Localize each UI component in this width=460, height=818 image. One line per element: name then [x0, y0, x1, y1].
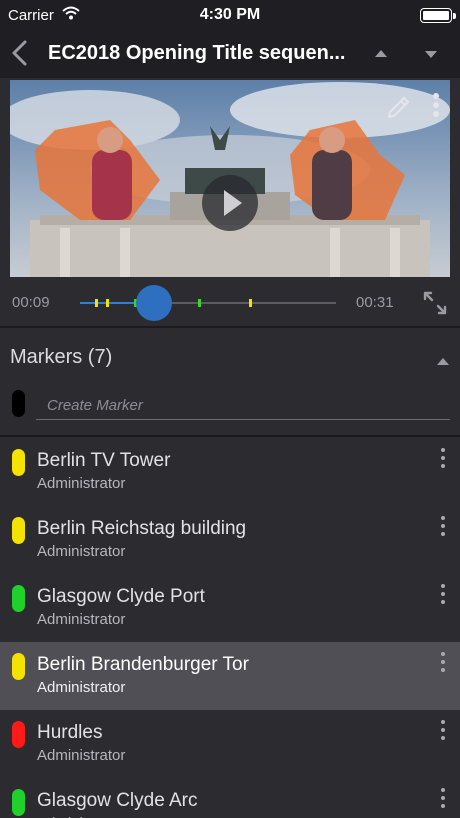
play-icon[interactable] — [202, 175, 258, 231]
timeline-marker-tick[interactable] — [105, 299, 109, 307]
marker-color-dot — [12, 789, 25, 816]
more-vertical-icon[interactable] — [436, 583, 450, 605]
marker-row[interactable]: Berlin TV Tower Administrator — [0, 438, 460, 506]
marker-row[interactable]: Berlin Brandenburger Tor Administrator — [0, 642, 460, 710]
timeline-thumb[interactable] — [136, 285, 173, 321]
current-time: 00:09 — [12, 294, 50, 311]
marker-color-dot — [12, 517, 25, 544]
next-triangle-icon[interactable] — [424, 46, 438, 64]
more-vertical-icon[interactable] — [436, 651, 450, 673]
marker-author: Administrator — [37, 475, 126, 492]
markers-header: Markers (7) — [10, 346, 113, 368]
marker-color-dot — [12, 585, 25, 612]
more-vertical-icon[interactable] — [436, 515, 450, 537]
marker-color-dot — [12, 449, 25, 476]
new-marker-color-swatch[interactable] — [12, 390, 25, 417]
marker-list: Berlin TV Tower Administrator Berlin Reich… — [0, 438, 460, 818]
end-time: 00:31 — [356, 294, 394, 311]
marker-name: Hurdles — [37, 722, 103, 743]
navigation-bar: EC2018 Opening Title sequen... — [0, 30, 460, 78]
battery-cap — [453, 13, 456, 19]
more-vertical-icon[interactable] — [436, 719, 450, 741]
more-vertical-icon[interactable] — [436, 447, 450, 469]
more-vertical-icon[interactable] — [432, 92, 440, 123]
battery-icon — [420, 8, 452, 23]
marker-author: Administrator — [37, 679, 126, 696]
playback-scrubber: 00:09 00:31 — [0, 280, 460, 326]
create-marker-input[interactable] — [36, 392, 450, 420]
marker-name: Glasgow Clyde Arc — [37, 790, 198, 811]
marker-name: Berlin TV Tower — [37, 450, 171, 471]
marker-color-dot — [12, 721, 25, 748]
more-vertical-icon[interactable] — [436, 787, 450, 809]
marker-row[interactable]: Glasgow Clyde Port Administrator — [0, 574, 460, 642]
marker-color-dot — [12, 653, 25, 680]
timeline-track[interactable] — [80, 285, 336, 321]
timeline-marker-tick[interactable] — [197, 299, 201, 307]
marker-author: Administrator — [37, 611, 126, 628]
marker-name: Berlin Brandenburger Tor — [37, 654, 249, 675]
marker-row[interactable]: Berlin Reichstag building Administrator — [0, 506, 460, 574]
marker-author: Administrator — [37, 747, 126, 764]
marker-row[interactable]: Glasgow Clyde ArcAdministrator — [0, 778, 460, 818]
page-title: EC2018 Opening Title sequen... — [48, 42, 346, 64]
fullscreen-expand-icon[interactable] — [422, 290, 448, 321]
previous-triangle-icon[interactable] — [374, 46, 388, 64]
marker-author: Administrator — [37, 543, 126, 560]
collapse-triangle-icon[interactable] — [436, 354, 450, 372]
marker-name: Berlin Reichstag building — [37, 518, 247, 539]
divider — [0, 435, 460, 437]
video-player[interactable] — [10, 80, 450, 277]
pencil-icon[interactable] — [386, 92, 412, 123]
marker-row[interactable]: Hurdles Administrator — [0, 710, 460, 778]
divider — [0, 326, 460, 328]
status-bar: Carrier 4:30 PM — [0, 0, 460, 30]
timeline-marker-tick[interactable] — [95, 299, 99, 307]
back-chevron-icon[interactable] — [8, 38, 34, 68]
timeline-marker-tick[interactable] — [248, 299, 252, 307]
marker-name: Glasgow Clyde Port — [37, 586, 205, 607]
clock: 4:30 PM — [199, 6, 261, 23]
